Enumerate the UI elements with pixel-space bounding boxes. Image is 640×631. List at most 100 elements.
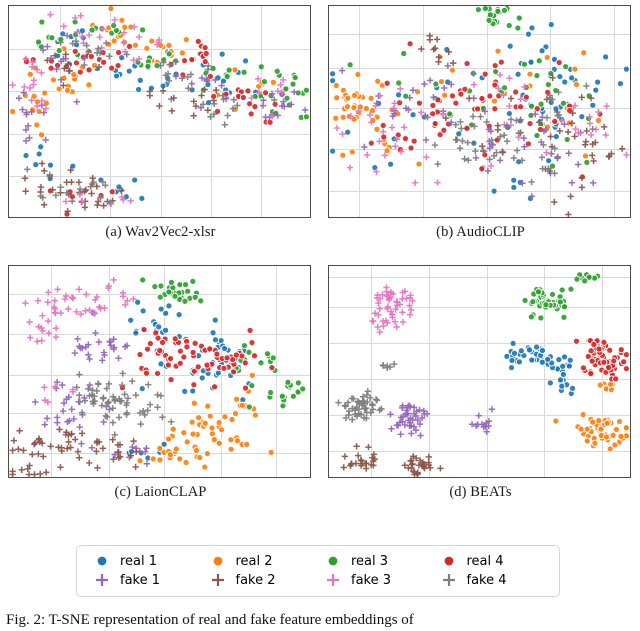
series-real-2 [9, 6, 291, 139]
legend-entry-fake-3[interactable]: fake 3 [318, 572, 434, 588]
panel-a: (a) Wav2Vec2-xlsr [8, 5, 313, 241]
series-real-3 [34, 18, 310, 121]
scatter-points-c [9, 276, 307, 477]
gridline-vertical [163, 266, 165, 477]
panel-caption-a: (a) Wav2Vec2-xlsr [105, 224, 216, 240]
panel-b: (b) AudioCLIP [328, 5, 633, 241]
legend-label: real 4 [466, 553, 504, 569]
legend-label: real 2 [235, 553, 273, 569]
plot-area-d [328, 265, 631, 478]
tsne-figure: (a) Wav2Vec2-xlsr (b) AudioCLIP (c) Laio… [0, 0, 640, 631]
gridline-horizontal [329, 148, 630, 150]
legend-label: fake 2 [235, 572, 276, 588]
gridline-horizontal [9, 293, 310, 295]
figure-legend: real 1 real 2 real 3 real 4 fake 1 fake 2 fake… [76, 545, 560, 597]
series-fake-4 [37, 38, 278, 206]
gridline-horizontal [329, 67, 630, 69]
series-fake-2 [9, 426, 140, 477]
gridline-horizontal [329, 306, 630, 308]
gridline-vertical [109, 6, 111, 217]
plus-marker [209, 572, 227, 588]
legend-entry-fake-1[interactable]: fake 1 [87, 572, 203, 588]
gridline-vertical [109, 266, 110, 477]
legend-grid: real 1 real 2 real 3 real 4 fake 1 fake 2 fake… [87, 553, 549, 588]
gridline-horizontal [329, 191, 630, 193]
gridline-vertical [371, 266, 373, 477]
series-fake-3 [369, 284, 416, 336]
series-real-2 [136, 371, 275, 471]
gridline-horizontal [9, 133, 310, 135]
gridline-horizontal [9, 413, 310, 414]
scatter-points-d [335, 271, 630, 477]
plot-area-c [8, 265, 311, 478]
series-real-3 [346, 6, 593, 170]
legend-label: real 3 [351, 553, 389, 569]
legend-entry-real-2[interactable]: real 2 [203, 553, 319, 569]
series-fake-1 [32, 329, 151, 467]
gridline-vertical [59, 6, 61, 217]
series-fake-3 [22, 276, 137, 406]
gridline-vertical [550, 6, 552, 217]
gridline-horizontal [329, 276, 630, 278]
plot-area-a [8, 5, 311, 218]
filled-circle-marker [209, 553, 227, 569]
series-real-4 [22, 37, 279, 217]
gridline-vertical [429, 266, 430, 477]
gridline-horizontal [9, 334, 310, 336]
series-fake-4 [424, 82, 596, 186]
gridline-vertical [613, 6, 615, 217]
series-fake-3 [9, 11, 287, 208]
legend-entry-real-4[interactable]: real 4 [434, 553, 550, 569]
legend-label: fake 3 [351, 572, 392, 588]
plot-area-b [328, 5, 631, 218]
filled-circle-marker [93, 553, 111, 569]
figure-caption: Fig. 2: T-SNE representation of real and… [6, 612, 414, 628]
series-real-4 [118, 326, 276, 392]
gridline-vertical [486, 266, 488, 477]
series-fake-1 [387, 402, 496, 439]
gridline-vertical [160, 6, 162, 217]
panel-c: (c) LaionCLAP [8, 265, 313, 501]
plus-marker [440, 572, 458, 588]
legend-entry-real-3[interactable]: real 3 [318, 553, 434, 569]
legend-entry-fake-2[interactable]: fake 2 [203, 572, 319, 588]
plus-marker [93, 572, 111, 588]
gridline-vertical [211, 6, 213, 217]
legend-entry-fake-4[interactable]: fake 4 [434, 572, 550, 588]
filled-circle-marker [324, 553, 342, 569]
series-real-1 [503, 339, 577, 397]
gridline-horizontal [9, 91, 310, 93]
gridline-vertical [601, 266, 603, 477]
gridline-horizontal [9, 453, 310, 455]
series-fake-1 [338, 62, 597, 200]
gridline-vertical [221, 266, 223, 477]
gridline-vertical [359, 6, 361, 217]
series-fake-4 [335, 361, 398, 423]
gridline-horizontal [9, 176, 310, 178]
gridline-vertical [275, 266, 277, 477]
legend-label: real 1 [120, 553, 158, 569]
series-fake-3 [333, 71, 630, 186]
panel-caption-d: (d) BEATs [449, 484, 512, 500]
series-real-1 [329, 21, 630, 203]
gridline-vertical [261, 6, 263, 217]
series-fake-4 [73, 370, 175, 438]
series-real-3 [521, 271, 602, 322]
gridline-vertical [51, 266, 53, 477]
panel-d: (d) BEATs [328, 265, 633, 501]
gridline-horizontal [9, 374, 310, 376]
series-real-2 [552, 380, 630, 453]
gridline-vertical [486, 6, 488, 217]
series-real-3 [139, 276, 307, 411]
gridline-vertical [544, 266, 546, 477]
gridline-horizontal [329, 415, 630, 417]
legend-entry-real-1[interactable]: real 1 [87, 553, 203, 569]
gridline-horizontal [329, 33, 630, 35]
gridline-horizontal [329, 342, 630, 344]
panel-caption-c: (c) LaionCLAP [114, 484, 207, 500]
scatter-points-a [9, 6, 310, 217]
gridline-horizontal [329, 108, 630, 110]
series-real-1 [89, 298, 253, 462]
legend-label: fake 4 [466, 572, 507, 588]
gridline-horizontal [329, 378, 630, 380]
